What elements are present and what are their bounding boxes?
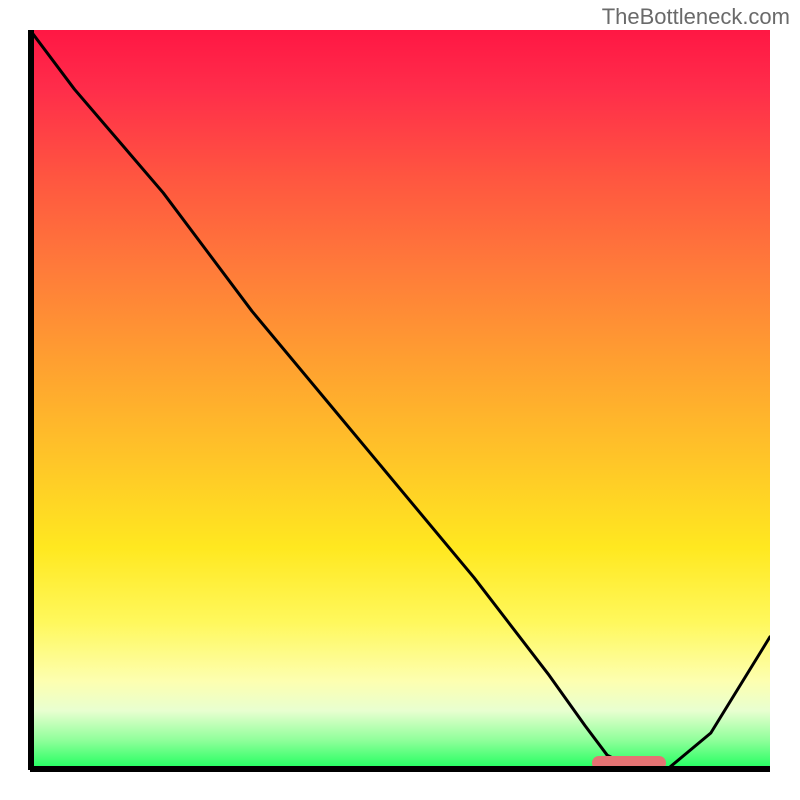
watermark-text: TheBottleneck.com	[602, 4, 790, 30]
bottleneck-curve-path	[30, 30, 770, 770]
chart-curve-svg	[30, 30, 770, 770]
optimal-range-marker	[592, 756, 666, 770]
chart-area	[30, 30, 770, 770]
